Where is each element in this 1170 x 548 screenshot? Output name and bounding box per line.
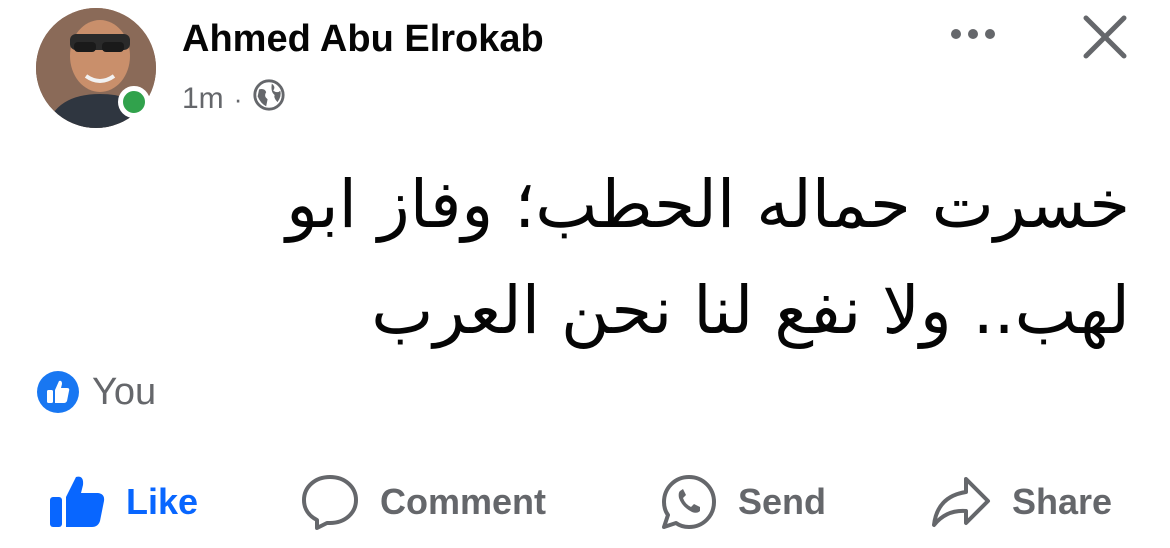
post-text: خسرت حماله الحطب؛ وفاز ابو لهب.. ولا نفع…	[130, 152, 1130, 364]
thumbs-up-icon	[50, 476, 105, 527]
like-label: Like	[126, 481, 199, 522]
post-text-line: لهب.. ولا نفع لنا نحن العرب	[371, 272, 1130, 349]
close-button[interactable]	[1080, 12, 1130, 62]
more-options-button[interactable]	[946, 12, 1000, 56]
online-status-indicator	[118, 86, 150, 118]
reactions-summary[interactable]: You	[36, 370, 156, 414]
comment-button[interactable]: Comment	[300, 466, 546, 538]
close-icon	[1083, 15, 1127, 59]
share-button[interactable]: Share	[930, 466, 1112, 538]
post-timestamp[interactable]: 1m	[182, 82, 224, 116]
like-button[interactable]: Like	[48, 466, 198, 538]
action-bar: Like Comment Send Share	[0, 466, 1170, 538]
more-icon	[951, 29, 995, 39]
globe-icon[interactable]	[252, 78, 286, 120]
comment-label: Comment	[380, 481, 547, 522]
like-reaction-icon	[37, 371, 79, 413]
meta-separator: ·	[233, 83, 243, 114]
reactions-label: You	[92, 370, 157, 413]
share-label: Share	[1012, 481, 1113, 522]
comment-icon	[302, 475, 358, 530]
post-meta: 1m ·	[182, 78, 286, 120]
author-name[interactable]: Ahmed Abu Elrokab	[182, 18, 544, 61]
send-label: Send	[738, 481, 827, 522]
share-icon	[932, 477, 990, 527]
post-text-line: خسرت حماله الحطب؛ وفاز ابو	[286, 166, 1130, 243]
send-button[interactable]: Send	[660, 466, 826, 538]
whatsapp-icon	[662, 475, 716, 529]
